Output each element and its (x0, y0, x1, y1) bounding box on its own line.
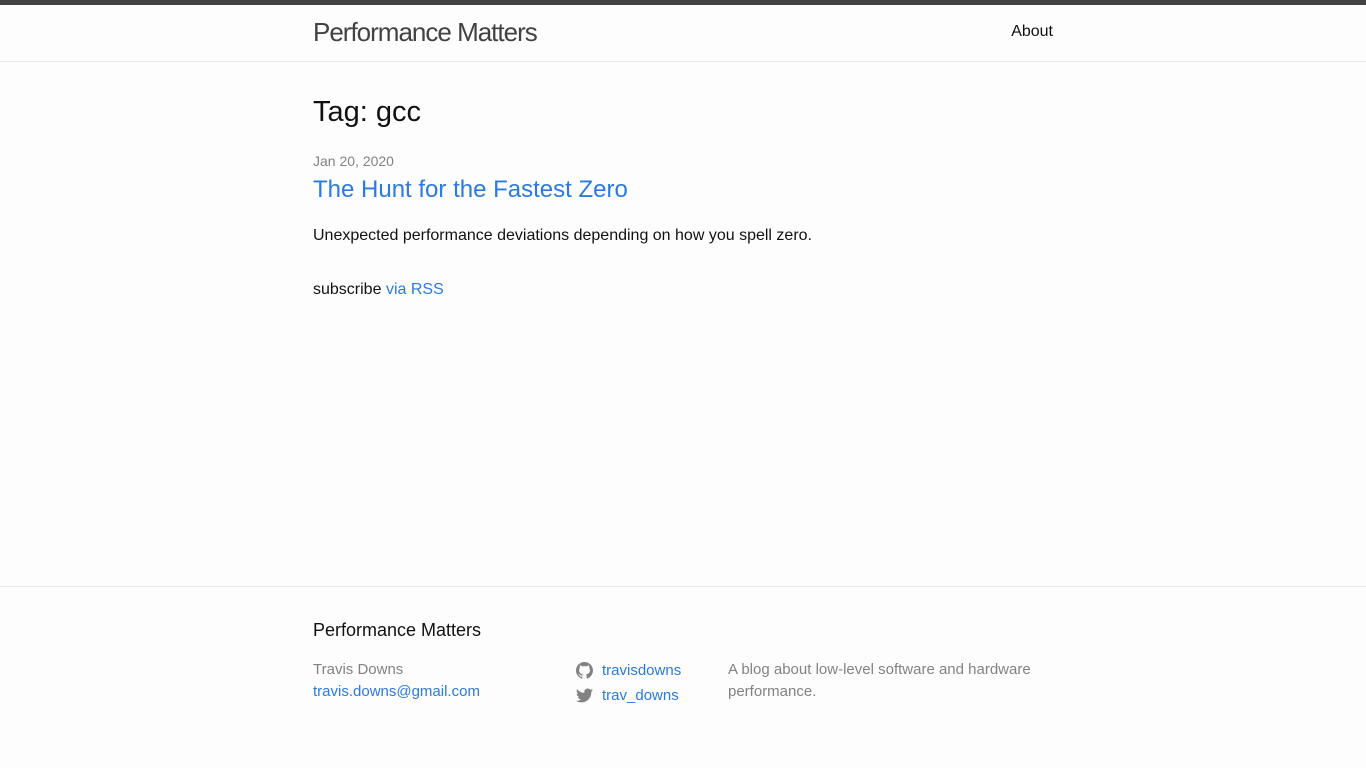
github-link[interactable]: travisdowns (602, 660, 681, 682)
nav-about-link[interactable]: About (1011, 22, 1053, 42)
subscribe-line: subscribe via RSS (313, 280, 444, 300)
footer-contact: Travis Downs travis.downs@gmail.com (313, 659, 480, 703)
footer-social: travisdowns trav_downs (576, 659, 681, 709)
site-title-link[interactable]: Performance Matters (313, 17, 538, 47)
subscribe-label: subscribe (313, 281, 382, 298)
post-date: Jan 20, 2020 (313, 153, 394, 169)
github-icon (576, 662, 593, 679)
github-row: travisdowns (576, 657, 681, 684)
twitter-link[interactable]: trav_downs (602, 685, 679, 707)
author-name: Travis Downs (313, 661, 404, 678)
author-email-link[interactable]: travis.downs@gmail.com (313, 681, 480, 703)
site-header: Performance Matters About (0, 5, 1366, 62)
page-title: Tag: gcc (313, 96, 421, 128)
rss-link[interactable]: via RSS (386, 281, 444, 298)
footer-heading: Performance Matters (313, 620, 482, 640)
post-title-link[interactable]: The Hunt for the Fastest Zero (313, 175, 628, 205)
site-footer: Performance Matters Travis Downs travis.… (0, 586, 1366, 768)
post-excerpt: Unexpected performance deviations depend… (313, 227, 812, 244)
twitter-row: trav_downs (576, 682, 681, 709)
footer-description: A blog about low-level software and hard… (728, 661, 1031, 700)
twitter-icon (576, 688, 593, 703)
